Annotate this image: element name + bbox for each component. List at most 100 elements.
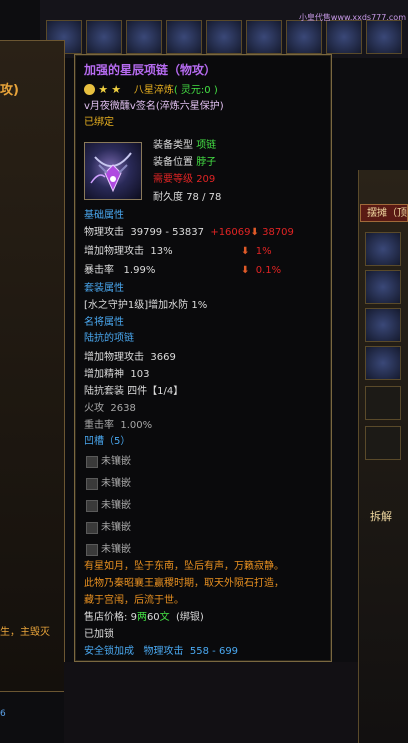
left-panel: 攻) 生，主毁灭 6 xyxy=(0,40,65,719)
price-silver: 60 xyxy=(146,612,160,623)
set-bonus-row: 重击率 1.00% xyxy=(84,419,152,433)
set-bonus-value: 2638 xyxy=(110,403,136,414)
item-type-label: 装备类型 xyxy=(153,140,193,151)
equip-slot[interactable] xyxy=(126,20,162,54)
left-panel-title: 攻) xyxy=(0,83,19,98)
signature: v月夜微醺v签名(淬炼六星保护) xyxy=(84,101,224,112)
equip-slot[interactable] xyxy=(206,20,242,54)
required-level-label: 需要等级 xyxy=(153,174,193,185)
set-bonus-label: 火攻 xyxy=(84,403,104,414)
equip-slot[interactable] xyxy=(166,20,202,54)
phys-attack-bonus: +16069 xyxy=(210,227,251,238)
phys-attack-label: 物理攻击 xyxy=(84,227,124,238)
socket-slot-icon xyxy=(86,544,98,556)
item-tooltip: 加强的星辰项链（物攻） ★ ★ 八星淬炼( 灵元:0 ) v月夜微醺v签名(淬炼… xyxy=(74,54,332,662)
phys-attack-value: 39799 - 53837 xyxy=(130,227,204,238)
smiley-icon xyxy=(84,84,95,95)
lore-line: 有星如月，坠于东南，坠后有声，万籁寂静。 xyxy=(84,561,284,572)
inventory-slot[interactable] xyxy=(365,308,401,342)
socket-slot-icon xyxy=(86,456,98,468)
price-row: 售店价格: 9两60文 (绑银) xyxy=(84,611,204,625)
set-bonus-value: 1.00% xyxy=(120,420,153,431)
item-position-label: 装备位置 xyxy=(153,157,193,168)
stall-tab[interactable]: 摆摊（顶 xyxy=(360,204,408,222)
phys-pct-row: 增加物理攻击 13% xyxy=(84,245,173,259)
famous-header: 名将属性 xyxy=(84,317,124,328)
famous-attr-value: 103 xyxy=(130,369,150,380)
equip-slot[interactable] xyxy=(366,20,402,54)
item-title: 加强的星辰项链（物攻） xyxy=(84,63,217,77)
arrow-down-icon: ⬇ xyxy=(250,227,259,238)
socket-status: 未镶嵌 xyxy=(101,522,131,533)
left-panel-text: 生，主毁灭 xyxy=(0,627,50,638)
required-level-value: 209 xyxy=(196,174,216,185)
lore-line: 此物乃秦昭襄王赢稷时期，取天外陨石打造， xyxy=(84,578,284,589)
split-button[interactable]: 拆解 xyxy=(370,508,392,524)
lore-line: 藏于宫闱，后流于世。 xyxy=(84,595,184,606)
crit-extra-row: ⬇ 0.1% xyxy=(241,264,281,278)
price-gold-unit: 两 xyxy=(136,612,147,623)
socket-slot-icon xyxy=(86,522,98,534)
star-rank: 八星淬炼 xyxy=(133,85,174,96)
inventory-slot[interactable] xyxy=(365,426,401,460)
crit-label: 暴击率 xyxy=(84,265,114,276)
inventory-slot[interactable] xyxy=(365,346,401,380)
equip-slot[interactable] xyxy=(326,20,362,54)
durability-row: 耐久度 78 / 78 xyxy=(153,191,221,205)
item-position-value: 脖子 xyxy=(196,157,217,168)
socket-slot-icon xyxy=(86,478,98,490)
inventory-slot[interactable] xyxy=(365,232,401,266)
left-panel-number: 6 xyxy=(0,709,6,719)
famous-attr-row: 增加精神 103 xyxy=(84,368,149,382)
socket-status: 未镶嵌 xyxy=(101,478,131,489)
socket-slot-icon xyxy=(86,500,98,512)
famous-name: 陆抗的项链 xyxy=(84,333,134,344)
item-type-row: 装备类型 项链 xyxy=(153,139,216,153)
equip-slot[interactable] xyxy=(246,20,282,54)
arrow-down-icon: ⬇ xyxy=(241,265,250,276)
crit-row: 暴击率 1.99% xyxy=(84,264,155,278)
inventory-slot[interactable] xyxy=(365,270,401,304)
phys-pct-extra-row: ⬇ 1% xyxy=(241,245,272,259)
inventory-slot[interactable] xyxy=(365,386,401,420)
price-label: 售店价格: xyxy=(84,612,128,623)
crit-extra: 0.1% xyxy=(255,265,282,276)
equip-slot[interactable] xyxy=(286,20,322,54)
socket-status: 未镶嵌 xyxy=(101,500,131,511)
star-icon: ★ xyxy=(111,83,122,96)
arrow-down-icon: ⬇ xyxy=(241,246,250,257)
equipment-bar xyxy=(40,0,408,58)
bottom-bar xyxy=(64,662,358,743)
star-icon: ★ xyxy=(98,83,109,96)
phys-pct-value: 13% xyxy=(150,246,173,257)
safety-attr-label: 物理攻击 xyxy=(143,646,184,657)
set-attr-header: 套装属性 xyxy=(84,283,124,294)
phys-attack-row: 物理攻击 39799 - 53837 +16069⬇ 38709 xyxy=(84,226,294,240)
safety-lock-label: 安全锁加成 xyxy=(84,646,134,657)
set-bonus-row: 火攻 2638 xyxy=(84,402,136,416)
socket-header: 凹槽（5） xyxy=(84,436,131,447)
set-name: 陆抗套装 四件【1/4】 xyxy=(84,386,184,397)
famous-attr-label: 增加精神 xyxy=(84,369,124,380)
spirit-value: ( 灵元:0 ) xyxy=(173,85,218,96)
base-attr-header: 基础属性 xyxy=(84,210,124,221)
crit-value: 1.99% xyxy=(123,265,156,276)
price-silver-unit: 文 xyxy=(159,612,170,623)
famous-attr-value: 3669 xyxy=(150,352,176,363)
socket-status: 未镶嵌 xyxy=(101,544,131,555)
phys-attack-extra: 38709 xyxy=(262,227,294,238)
equip-slot[interactable] xyxy=(86,20,122,54)
famous-attr-row: 增加物理攻击 3669 xyxy=(84,351,176,365)
safety-attr-value: 558 - 699 xyxy=(189,646,239,657)
item-type-value: 项链 xyxy=(196,140,217,151)
set-attr-value: [水之守护1级]增加水防 1% xyxy=(84,300,208,311)
watermark: 小皇代售www.xxds777.com xyxy=(298,13,406,22)
lock-status: 已加锁 xyxy=(84,629,114,640)
required-level-row: 需要等级 209 xyxy=(153,173,215,187)
right-panel xyxy=(358,170,408,743)
famous-attr-label: 增加物理攻击 xyxy=(84,352,144,363)
bound-status: 已绑定 xyxy=(84,117,114,128)
phys-pct-label: 增加物理攻击 xyxy=(84,246,144,257)
durability-label: 耐久度 xyxy=(153,192,183,203)
necklace-icon xyxy=(84,142,142,200)
